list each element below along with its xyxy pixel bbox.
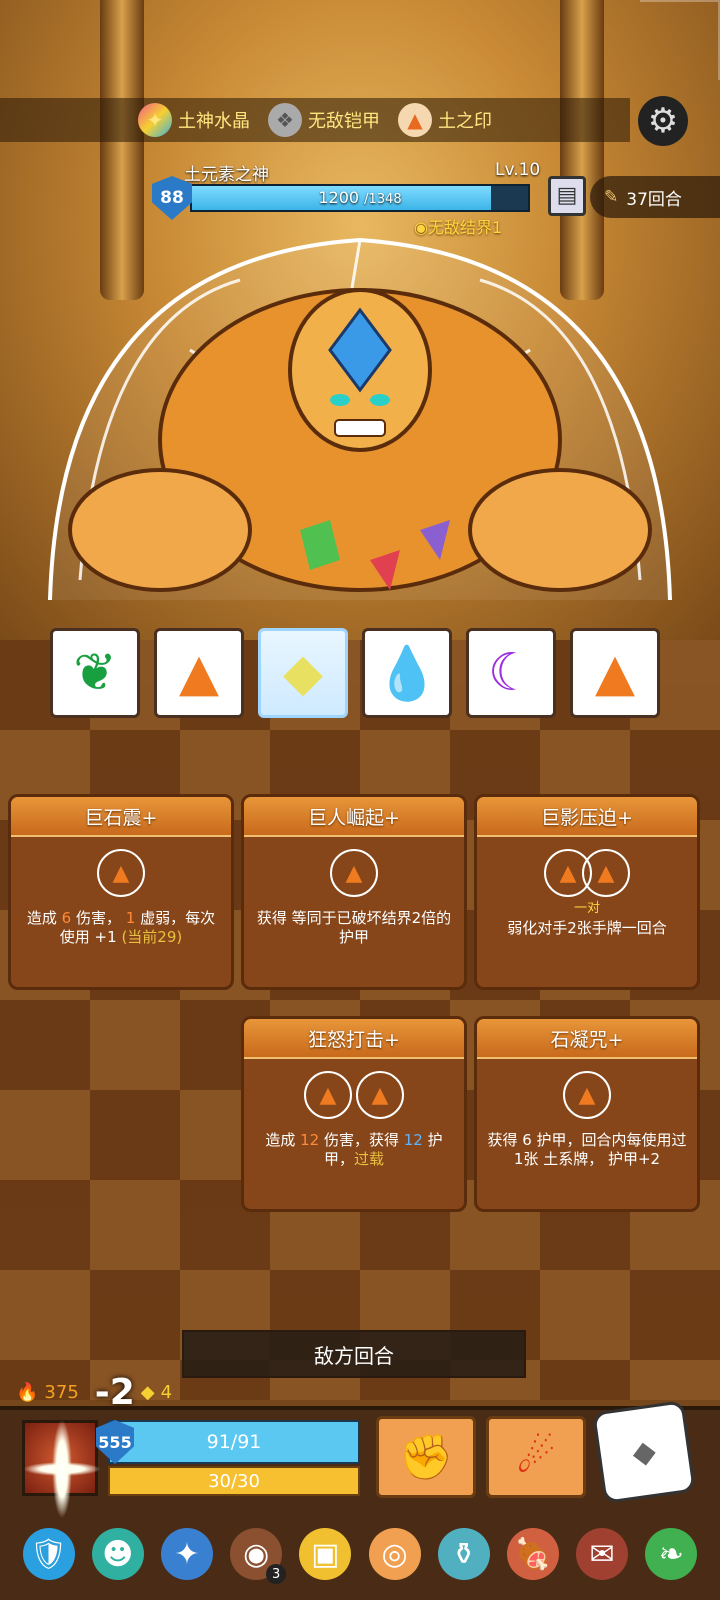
card-description: 获得 6 护甲，回合内每使用过1张 土系牌， 护甲+2 [487, 1131, 687, 1168]
item-count-badge: 3 [266, 1564, 287, 1584]
player-energy-bar: 30/30 [108, 1466, 360, 1496]
card-requirement: 一对 [573, 901, 600, 916]
meat-icon[interactable]: 🍖 [506, 1528, 559, 1580]
dice-button[interactable]: ◆ [592, 1400, 696, 1504]
earth-seal-icon: ▲ [398, 103, 432, 137]
vase-icon[interactable]: ⚱ [437, 1528, 490, 1580]
element-card[interactable]: ▲ [154, 628, 244, 718]
relic-label: 土神水晶 [178, 111, 250, 132]
earth-slot-icon: ▲ [330, 849, 378, 897]
boss-level: Lv.10 [495, 160, 541, 180]
element-dice-strip: ❦ ▲ ◆ 💧 ☾ ▲ [50, 628, 670, 720]
energy-gain-value: 4 [160, 1382, 173, 1403]
earth-slot-icon: ▲ [356, 1071, 404, 1119]
fist-skill-button[interactable]: ✊ [376, 1416, 476, 1498]
relic-item[interactable]: ❖ 无敌铠甲 [268, 103, 380, 137]
settings-gear-icon[interactable]: ⚙ [638, 96, 688, 146]
card-description: 获得 等同于已破坏结界2倍的 护甲 [256, 909, 452, 946]
card-title: 狂怒打击+ [244, 1019, 464, 1059]
diamond-icon: ◆ [283, 643, 323, 703]
enemy-turn-button[interactable]: 敌方回合 [182, 1330, 526, 1378]
relic-item[interactable]: ▲ 土之印 [398, 103, 492, 137]
inventory-bar: 🛡 ☻ ✦ ◉ 3 ▣ ◎ ⚱ 🍖 ✉ ❧ [0, 1508, 720, 1600]
dice-icon: ◆ [630, 1433, 658, 1471]
element-card[interactable]: 💧 [362, 628, 452, 718]
box-icon[interactable]: ▣ [299, 1528, 352, 1580]
relic-label: 土之印 [438, 111, 492, 132]
element-card[interactable]: ☾ [466, 628, 556, 718]
element-card[interactable]: ▲ [570, 628, 660, 718]
water-drop-icon: 💧 [374, 643, 440, 704]
fist-icon: ✊ [398, 1432, 454, 1483]
crystal-icon: ✦ [138, 103, 172, 137]
element-card[interactable]: ❦ [50, 628, 140, 718]
skill-card-rage-strike[interactable]: 狂怒打击+ ▲ ▲ 造成 12 伤害，获得 12 护甲，过载 [241, 1016, 467, 1212]
earth-icon: ▲ [595, 643, 635, 703]
card-title: 巨人崛起+ [244, 797, 464, 837]
element-card[interactable]: ◆ [258, 628, 348, 718]
card-title: 石凝咒+ [477, 1019, 697, 1059]
card-title: 巨石震+ [11, 797, 231, 837]
energy-gain-icon: ◆ [140, 1382, 155, 1403]
earth-slot-icon: ▲ [97, 849, 145, 897]
fire-punch-icon: ☄ [516, 1431, 556, 1483]
book-icon[interactable]: ✉ [576, 1528, 629, 1580]
mask-icon[interactable]: ☻ [91, 1528, 144, 1580]
fire-skill-button[interactable]: ☄ [486, 1416, 586, 1498]
eye-icon[interactable]: ◎ [368, 1528, 421, 1580]
spider-web-decoration [640, 0, 720, 80]
card-title: 巨影压迫+ [477, 797, 697, 837]
card-description: 造成 12 伤害，获得 12 护甲，过载 [265, 1131, 443, 1168]
skill-card-boulder-quake[interactable]: 巨石震+ ▲ 造成 6 伤害， 1 虚弱，每次使用 +1 (当前29) [8, 794, 234, 990]
relic-bar: ✦ 土神水晶 ❖ 无敌铠甲 ▲ 土之印 [0, 98, 630, 142]
earth-god-boss[interactable] [40, 200, 680, 620]
herb-icon[interactable]: ❧ [645, 1528, 698, 1580]
skill-card-giant-shadow[interactable]: 巨影压迫+ ▲ ▲ 一对 弱化对手2张手牌一回合 [474, 794, 700, 990]
leaf-icon: ❦ [73, 643, 117, 703]
relic-label: 无敌铠甲 [308, 111, 380, 132]
earth-slot-icon: ▲ [582, 849, 630, 897]
shield-icon[interactable]: 🛡 [22, 1528, 75, 1580]
earth-icon: ▲ [179, 643, 219, 703]
skill-card-stone-curse[interactable]: 石凝咒+ ▲ 获得 6 护甲，回合内每使用过1张 土系牌， 护甲+2 [474, 1016, 700, 1212]
moon-icon: ☾ [487, 643, 535, 703]
armor-icon: ❖ [268, 103, 302, 137]
coin-icon[interactable]: ◉ 3 [230, 1528, 287, 1584]
relic-item[interactable]: ✦ 土神水晶 [138, 103, 250, 137]
earth-slot-icon: ▲ [563, 1071, 611, 1119]
player-hp-bar: 91/91 [108, 1420, 360, 1464]
compass-icon[interactable]: ✦ [160, 1528, 213, 1580]
card-description: 造成 6 伤害， 1 虚弱，每次使用 +1 (当前29) [26, 909, 216, 946]
boss-name: 土元素之神 [184, 165, 269, 185]
card-description: 弱化对手2张手牌一回合 [507, 919, 667, 937]
earth-slot-icon: ▲ [304, 1071, 352, 1119]
skill-card-giant-rise[interactable]: 巨人崛起+ ▲ 获得 等同于已破坏结界2倍的 护甲 [241, 794, 467, 990]
